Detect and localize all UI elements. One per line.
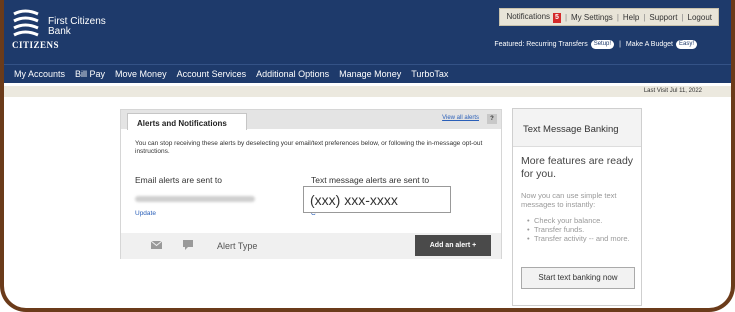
mail-icon[interactable]: [151, 241, 162, 249]
start-text-banking-button[interactable]: Start text banking now: [521, 267, 635, 289]
recurring-transfers-link[interactable]: Recurring Transfers: [526, 41, 587, 48]
text-alerts-label: Text message alerts are sent to: [311, 175, 430, 185]
text-banking-headline: More features are ready for you.: [521, 155, 634, 180]
nav-my-accounts[interactable]: My Accounts: [14, 69, 65, 79]
text-banking-card: Text Message Banking More features are r…: [512, 108, 642, 306]
separator: |: [619, 41, 621, 48]
list-item: Transfer funds.: [527, 225, 637, 234]
nav-manage-money[interactable]: Manage Money: [339, 69, 401, 79]
nav-additional-options[interactable]: Additional Options: [256, 69, 329, 79]
alert-type-bar: Alert Type Add an alert +: [121, 233, 501, 259]
add-alert-button[interactable]: Add an alert +: [415, 235, 491, 256]
email-alerts-label: Email alerts are sent to: [135, 175, 222, 185]
browser-frame: First Citizens Bank CITIZENS Notificatio…: [0, 0, 735, 312]
separator: |: [616, 12, 619, 22]
site-header: First Citizens Bank CITIZENS Notificatio…: [4, 0, 731, 64]
bank-logo[interactable]: First Citizens Bank CITIZENS: [10, 8, 120, 52]
view-all-alerts-link[interactable]: View all alerts: [442, 115, 479, 121]
setup-pill[interactable]: Setup!: [590, 40, 615, 49]
tab-alerts-and-notifications[interactable]: Alerts and Notifications: [127, 113, 247, 130]
bank-name: First Citizens Bank: [48, 17, 106, 37]
nav-turbotax[interactable]: TurboTax: [411, 69, 448, 79]
last-visit: Last Visit Jul 11, 2022: [4, 86, 731, 97]
alerts-panel-header: Alerts and Notifications View all alerts…: [121, 110, 501, 130]
separator: |: [564, 12, 568, 22]
help-icon[interactable]: ?: [487, 114, 497, 124]
logout-link[interactable]: Logout: [688, 13, 712, 22]
alert-type-header: Alert Type: [217, 241, 258, 251]
support-link[interactable]: Support: [649, 13, 677, 22]
phone-number-field[interactable]: (xxx) xxx-xxxx: [303, 186, 451, 213]
update-email-link[interactable]: Update: [135, 210, 156, 217]
utility-nav: Notifications 5 | My Settings | Help | Su…: [499, 8, 719, 26]
text-banking-subtext: Now you can use simple text messages to …: [521, 191, 617, 209]
featured-label: Featured:: [494, 41, 525, 48]
alerts-intro-text: You can stop receiving these alerts by d…: [135, 140, 483, 155]
bank-wordmark: CITIZENS: [12, 40, 60, 50]
separator: |: [643, 12, 646, 22]
notifications-label: Notifications: [506, 11, 551, 21]
list-item: Transfer activity -- and more.: [527, 234, 637, 243]
bank-emblem-icon: [13, 9, 39, 37]
alerts-panel: Alerts and Notifications View all alerts…: [120, 109, 502, 259]
notifications-link[interactable]: Notifications 5: [506, 11, 561, 23]
main-nav: My Accounts Bill Pay Move Money Account …: [4, 64, 731, 83]
nav-move-money[interactable]: Move Money: [115, 69, 167, 79]
chat-icon[interactable]: [183, 240, 193, 250]
text-banking-title: Text Message Banking: [513, 109, 641, 147]
easy-pill[interactable]: Easy!: [675, 40, 697, 49]
text-banking-features: Check your balance. Transfer funds. Tran…: [527, 216, 637, 243]
list-item: Check your balance.: [527, 216, 637, 225]
make-a-budget-link[interactable]: Make A Budget: [626, 41, 673, 48]
redacted-email: [135, 196, 255, 202]
nav-bill-pay[interactable]: Bill Pay: [75, 69, 105, 79]
help-link[interactable]: Help: [623, 13, 639, 22]
nav-account-services[interactable]: Account Services: [177, 69, 247, 79]
bank-name-line2: Bank: [48, 26, 71, 37]
featured-links: Featured: Recurring Transfers Setup! | M…: [494, 40, 697, 49]
separator: |: [681, 12, 684, 22]
notifications-count-badge: 5: [553, 12, 561, 23]
my-settings-link[interactable]: My Settings: [571, 13, 613, 22]
